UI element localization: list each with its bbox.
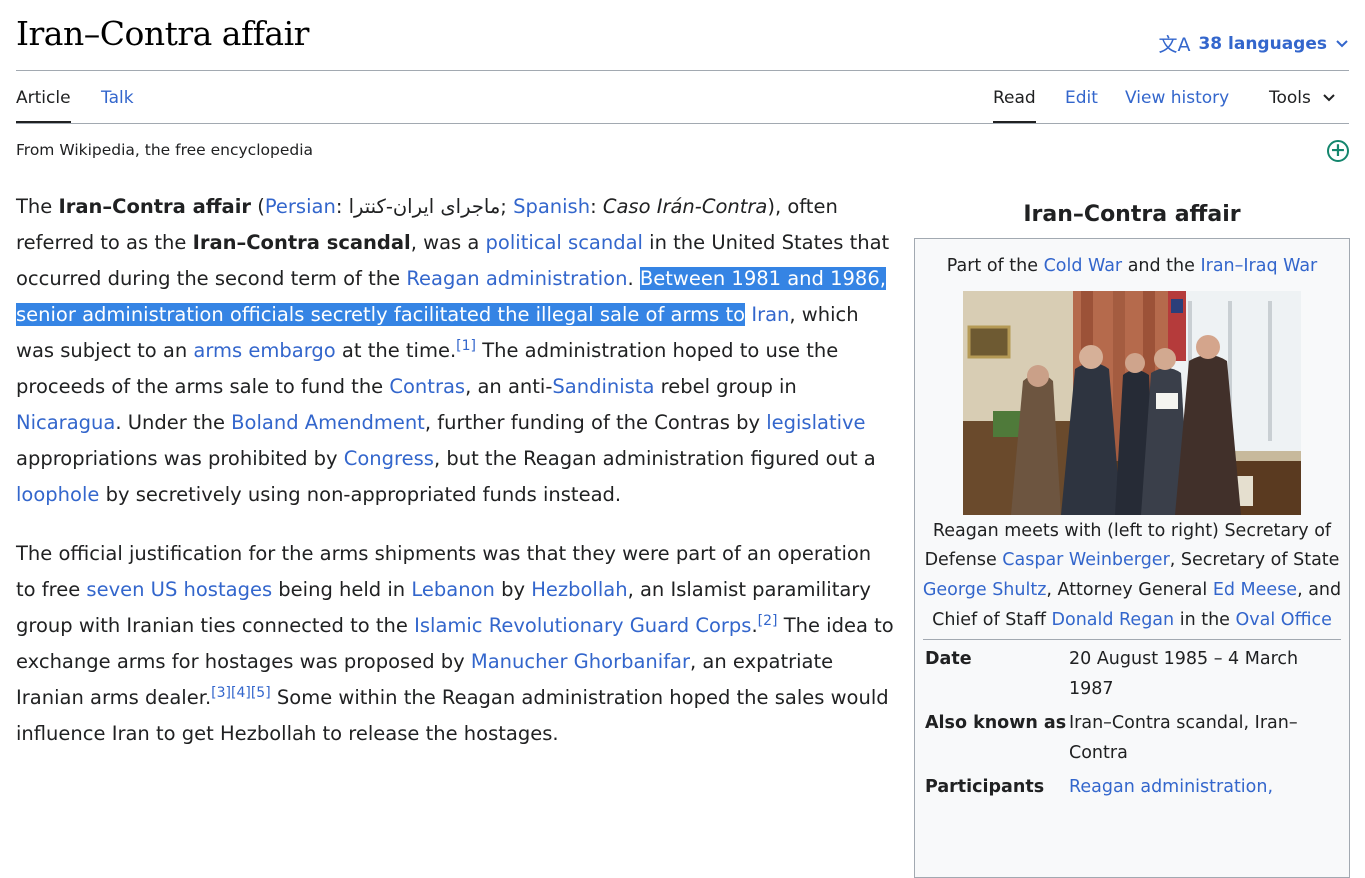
infobox-row-date: Date 20 August 1985 – 4 March 1987 (915, 645, 1349, 704)
infobox-caption: Reagan meets with (left to right) Secret… (922, 520, 1342, 630)
link-contras[interactable]: Contras (389, 375, 465, 398)
link-seven-us-hostages[interactable]: seven US hostages (86, 578, 272, 601)
infobox-row-participants: Participants Reagan administration, (915, 773, 1349, 803)
infobox-label: Date (925, 649, 972, 670)
link-congress[interactable]: Congress (344, 447, 434, 470)
infobox-title: Iran–Contra affair (1023, 202, 1241, 227)
link-iran-iraq-war[interactable]: Iran–Iraq War (1200, 256, 1317, 276)
link-participants-value[interactable]: Reagan administration, (1069, 773, 1339, 803)
link-george-shultz[interactable]: George Shultz (923, 580, 1047, 600)
oval-office-photo (963, 290, 1301, 515)
tabs-divider (16, 123, 1349, 124)
link-ed-meese[interactable]: Ed Meese (1213, 580, 1297, 600)
tab-edit[interactable]: Edit (1065, 88, 1098, 108)
infobox-divider (923, 639, 1341, 641)
translate-icon: 文A (1158, 34, 1191, 56)
title-divider (16, 70, 1349, 71)
citation-2[interactable]: [2] (758, 613, 778, 629)
tagline: From Wikipedia, the free encyclopedia (16, 141, 314, 159)
infobox-subtitle: Part of the Cold War and the Iran–Iraq W… (946, 256, 1318, 276)
infobox-label: Also known as (925, 713, 1067, 734)
persian-text: ماجرای ایران-کنترا (348, 195, 501, 218)
tab-read[interactable]: Read (993, 88, 1036, 124)
chevron-down-icon (1323, 94, 1336, 102)
page-title: Iran–Contra affair (16, 14, 309, 53)
link-loophole[interactable]: loophole (16, 483, 99, 506)
page-tabs: Article Talk Read Edit View history Tool… (16, 86, 1349, 124)
add-icon[interactable]: + (1327, 140, 1349, 162)
tab-talk[interactable]: Talk (101, 88, 134, 108)
infobox-value: 20 August 1985 – 4 March 1987 (1069, 649, 1299, 699)
link-reagan-administration[interactable]: Reagan administration (406, 267, 627, 290)
link-lebanon[interactable]: Lebanon (411, 578, 495, 601)
link-legislative[interactable]: legislative (766, 411, 865, 434)
tools-menu[interactable]: Tools (1269, 88, 1336, 108)
link-boland-amendment[interactable]: Boland Amendment (231, 411, 425, 434)
citation-4[interactable]: [4] (231, 685, 251, 701)
link-nicaragua[interactable]: Nicaragua (16, 411, 115, 434)
language-selector[interactable]: 文A 38 languages (1158, 30, 1349, 57)
link-manucher-ghorbanifar[interactable]: Manucher Ghorbanifar (471, 650, 690, 673)
citation-1[interactable]: [1] (456, 338, 476, 354)
chevron-down-icon (1336, 39, 1348, 47)
citation-3[interactable]: [3] (211, 685, 231, 701)
tab-article[interactable]: Article (16, 88, 71, 124)
link-hezbollah[interactable]: Hezbollah (531, 578, 627, 601)
infobox-row-also-known-as: Also known as Iran–Contra scandal, Iran–… (915, 709, 1349, 768)
citation-5[interactable]: [5] (251, 685, 271, 701)
infobox-photo[interactable] (963, 290, 1301, 515)
link-iran[interactable]: Iran (751, 303, 789, 326)
paragraph-1: The Iran–Contra affair (Persian: ماجرای … (16, 195, 890, 506)
link-political-scandal[interactable]: political scandal (486, 231, 643, 254)
link-sandinista[interactable]: Sandinista (552, 375, 654, 398)
link-persian[interactable]: Persian (265, 195, 336, 218)
link-donald-regan[interactable]: Donald Regan (1052, 610, 1175, 630)
infobox-label: Participants (925, 777, 1045, 798)
article-body: The Iran–Contra affair (Persian: ماجرای … (16, 189, 894, 775)
tab-view-history[interactable]: View history (1125, 88, 1229, 108)
infobox-value: Iran–Contra scandal, Iran–Contra (1069, 713, 1298, 763)
languages-label: 38 languages (1198, 33, 1327, 54)
tools-label: Tools (1269, 88, 1311, 108)
link-oval-office[interactable]: Oval Office (1236, 610, 1332, 630)
link-cold-war[interactable]: Cold War (1044, 256, 1123, 276)
link-irgc[interactable]: Islamic Revolutionary Guard Corps (414, 614, 751, 637)
link-arms-embargo[interactable]: arms embargo (193, 339, 335, 362)
infobox: Part of the Cold War and the Iran–Iraq W… (914, 238, 1350, 878)
paragraph-2: The official justification for the arms … (16, 542, 894, 745)
link-caspar-weinberger[interactable]: Caspar Weinberger (1002, 550, 1169, 570)
link-spanish[interactable]: Spanish (513, 195, 590, 218)
